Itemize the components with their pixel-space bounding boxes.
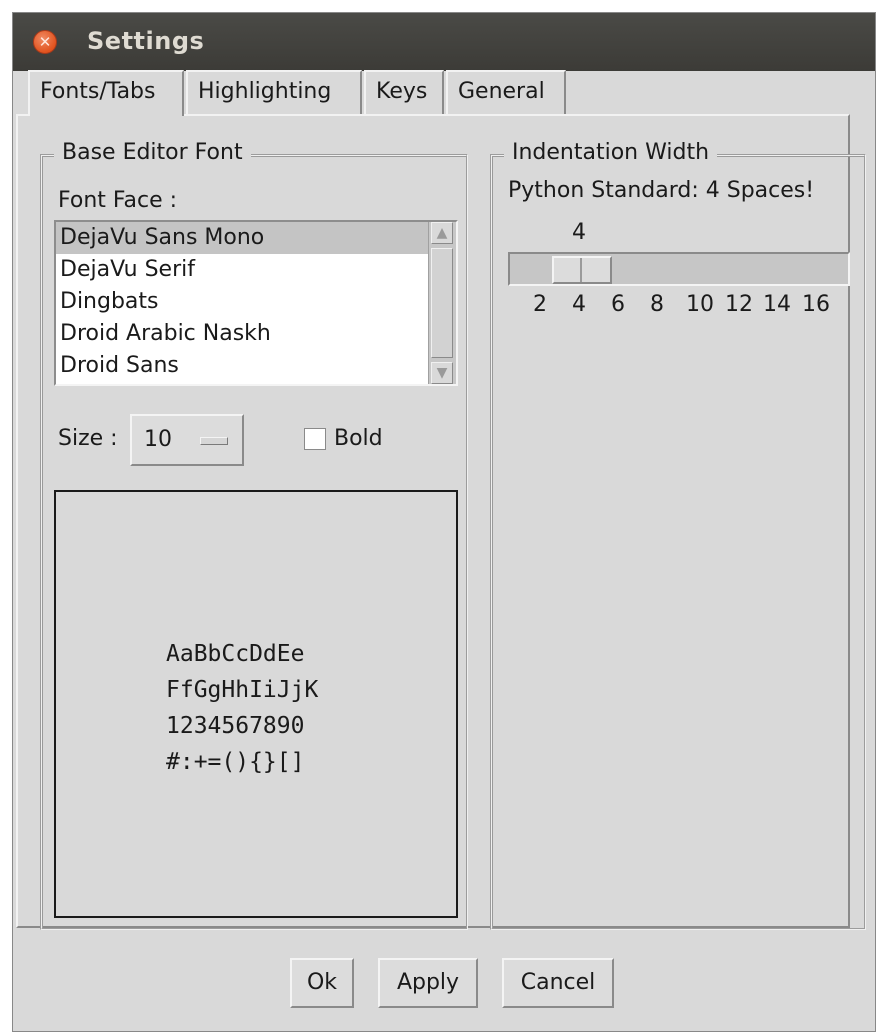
title-bar[interactable]: ✕ Settings [13,13,875,71]
list-item[interactable]: DejaVu Sans Mono [56,222,456,254]
font-size-value: 10 [144,427,172,452]
list-item[interactable]: Dingbats [56,286,456,318]
indent-value-label: 4 [572,220,586,245]
scroll-up-arrow-icon[interactable]: ▲ [431,222,453,244]
size-label: Size : [58,426,118,451]
slider-tick-label: 16 [802,292,830,317]
menu-indicator-icon [200,437,228,445]
slider-tick-label: 12 [725,292,753,317]
tab-highlighting[interactable]: Highlighting [186,70,362,114]
scroll-thumb[interactable] [431,248,453,358]
indent-width-slider[interactable] [508,252,850,286]
slider-tick-label: 14 [763,292,791,317]
font-size-menu[interactable]: 10 [130,414,244,466]
slider-tick-label: 2 [533,292,547,317]
slider-tick-label: 4 [572,292,586,317]
window-title: Settings [87,27,205,55]
tab-label: Keys [376,79,428,104]
slider-tick-label: 6 [611,292,625,317]
cancel-button[interactable]: Cancel [502,958,614,1008]
apply-button[interactable]: Apply [378,958,478,1008]
slider-tick-label: 8 [650,292,664,317]
font-face-label: Font Face : [58,188,178,213]
list-item[interactable]: DejaVu Serif [56,254,456,286]
close-icon[interactable]: ✕ [33,30,57,54]
tab-keys[interactable]: Keys [364,70,444,114]
font-sample-box: AaBbCcDdEe FfGgHhIiJjK 1234567890 #:+=()… [54,490,458,918]
tab-label: Highlighting [198,79,332,104]
sample-line: FfGgHhIiJjK [166,677,319,703]
font-list-scrollbar[interactable]: ▲ ▼ [428,222,456,384]
python-standard-note: Python Standard: 4 Spaces! [508,178,815,203]
sample-line: 1234567890 [166,713,305,739]
tab-general[interactable]: General [446,70,566,114]
list-item[interactable]: Droid Sans [56,350,456,382]
scroll-down-arrow-icon[interactable]: ▼ [431,362,453,384]
ok-button[interactable]: Ok [290,958,354,1008]
group-title: Indentation Width [504,140,718,165]
bold-checkbox[interactable] [304,428,326,450]
slider-tick-label: 10 [686,292,714,317]
tab-label: Fonts/Tabs [40,79,156,104]
font-face-list[interactable]: DejaVu Sans Mono DejaVu Serif Dingbats D… [54,220,458,386]
list-item[interactable]: Droid Arabic Naskh [56,318,456,350]
tab-label: General [458,79,545,104]
font-sample-text: AaBbCcDdEe FfGgHhIiJjK 1234567890 #:+=()… [166,636,318,780]
bold-label[interactable]: Bold [334,426,383,451]
sample-line: #:+=(){}[] [166,749,305,775]
tab-fonts-tabs[interactable]: Fonts/Tabs [28,70,184,116]
group-title: Base Editor Font [54,140,251,165]
slider-thumb[interactable] [552,256,612,284]
sample-line: AaBbCcDdEe [166,641,305,667]
